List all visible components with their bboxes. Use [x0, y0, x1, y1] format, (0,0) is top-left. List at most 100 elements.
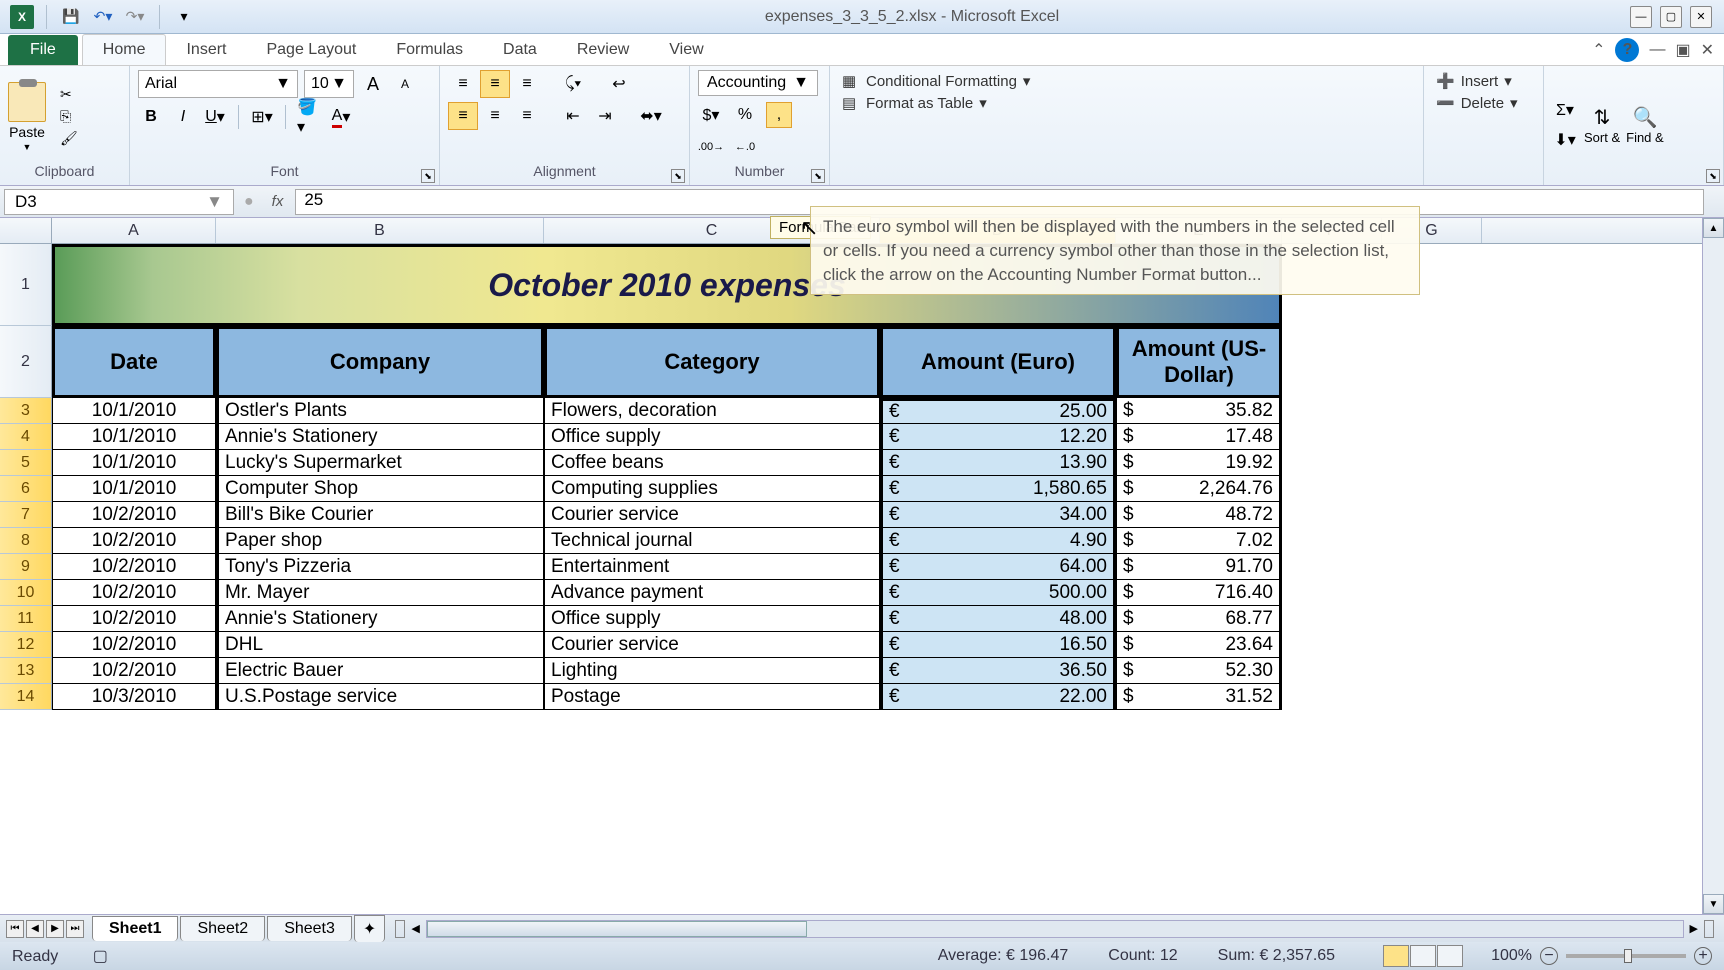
comma-button[interactable]: , — [766, 102, 792, 128]
minimize-ribbon-icon[interactable]: ⌃ — [1592, 40, 1605, 60]
hscroll-left-button[interactable]: ◀ — [411, 922, 419, 935]
cell-company[interactable]: Paper shop — [216, 528, 544, 554]
copy-icon[interactable]: ⎘ — [60, 108, 80, 126]
excel-logo-icon[interactable]: X — [10, 5, 34, 29]
tab-formulas[interactable]: Formulas — [376, 35, 483, 65]
cell-usd[interactable]: $17.48 — [1116, 424, 1282, 450]
cell-usd[interactable]: $35.82 — [1116, 398, 1282, 424]
autosum-button[interactable]: Σ▾ — [1552, 97, 1578, 123]
cell-company[interactable]: Tony's Pizzeria — [216, 554, 544, 580]
cell-company[interactable]: Electric Bauer — [216, 658, 544, 684]
cell-date[interactable]: 10/1/2010 — [52, 476, 216, 502]
cell-euro[interactable]: €4.90 — [880, 528, 1116, 554]
increase-indent-button[interactable]: ⇥ — [590, 102, 620, 130]
tab-split-handle[interactable] — [395, 920, 405, 938]
conditional-formatting-button[interactable]: ▦ Conditional Formatting ▾ — [838, 70, 1415, 92]
sheet-tab-1[interactable]: Sheet1 — [92, 916, 178, 941]
page-break-view-button[interactable] — [1437, 945, 1463, 967]
table-row[interactable]: 10/1/2010Lucky's SupermarketCoffee beans… — [52, 450, 1282, 476]
cell-euro[interactable]: €1,580.65 — [880, 476, 1116, 502]
format-painter-icon[interactable]: 🖌 — [60, 130, 80, 148]
cell-company[interactable]: DHL — [216, 632, 544, 658]
cell-usd[interactable]: $52.30 — [1116, 658, 1282, 684]
normal-view-button[interactable] — [1383, 945, 1409, 967]
bold-button[interactable]: B — [138, 104, 164, 130]
header-usd[interactable]: Amount (US-Dollar) — [1116, 326, 1282, 398]
row-header-14[interactable]: 14 — [0, 684, 52, 710]
cell-date[interactable]: 10/2/2010 — [52, 632, 216, 658]
zoom-in-button[interactable]: + — [1694, 947, 1712, 965]
cell-date[interactable]: 10/2/2010 — [52, 658, 216, 684]
zoom-level[interactable]: 100% — [1491, 947, 1532, 965]
cell-company[interactable]: Mr. Mayer — [216, 580, 544, 606]
cell-category[interactable]: Coffee beans — [544, 450, 880, 476]
cell-date[interactable]: 10/2/2010 — [52, 606, 216, 632]
row-header-11[interactable]: 11 — [0, 606, 52, 632]
next-sheet-button[interactable]: ▶ — [46, 920, 64, 938]
row-header-8[interactable]: 8 — [0, 528, 52, 554]
cell-usd[interactable]: $23.64 — [1116, 632, 1282, 658]
doc-restore-icon[interactable]: ▣ — [1675, 40, 1690, 60]
save-icon[interactable]: 💾 — [59, 5, 83, 29]
scroll-up-button[interactable]: ▲ — [1703, 218, 1724, 238]
cell-usd[interactable]: $91.70 — [1116, 554, 1282, 580]
file-tab[interactable]: File — [8, 35, 78, 65]
grow-font-icon[interactable]: A — [360, 71, 386, 97]
cells-grid[interactable]: October 2010 expenses Date Company Categ… — [52, 244, 1282, 710]
cell-usd[interactable]: $2,264.76 — [1116, 476, 1282, 502]
cell-euro[interactable]: €22.00 — [880, 684, 1116, 710]
tab-insert[interactable]: Insert — [166, 35, 246, 65]
cell-category[interactable]: Courier service — [544, 632, 880, 658]
number-format-select[interactable]: Accounting▼ — [698, 70, 818, 96]
minimize-button[interactable]: — — [1630, 6, 1652, 28]
delete-button[interactable]: ➖ Delete ▾ — [1432, 92, 1535, 114]
cell-date[interactable]: 10/2/2010 — [52, 580, 216, 606]
align-left-button[interactable]: ≡ — [448, 102, 478, 130]
fx-icon[interactable]: fx — [260, 193, 296, 210]
sheet-tab-3[interactable]: Sheet3 — [267, 916, 352, 941]
tab-review[interactable]: Review — [557, 35, 649, 65]
close-button[interactable]: ✕ — [1690, 6, 1712, 28]
percent-button[interactable]: % — [732, 102, 758, 128]
table-row[interactable]: 10/3/2010U.S.Postage servicePostage€22.0… — [52, 684, 1282, 710]
cell-euro[interactable]: €500.00 — [880, 580, 1116, 606]
hscroll-right-button[interactable]: ▶ — [1690, 922, 1698, 935]
cell-euro[interactable]: €16.50 — [880, 632, 1116, 658]
cell-date[interactable]: 10/2/2010 — [52, 528, 216, 554]
cell-euro[interactable]: €36.50 — [880, 658, 1116, 684]
shrink-font-icon[interactable]: A — [392, 71, 418, 97]
header-date[interactable]: Date — [52, 326, 216, 398]
align-center-button[interactable]: ≡ — [480, 102, 510, 130]
table-row[interactable]: 10/2/2010Paper shopTechnical journal€4.9… — [52, 528, 1282, 554]
zoom-out-button[interactable]: − — [1540, 947, 1558, 965]
macro-record-icon[interactable]: ▢ — [93, 948, 108, 965]
wrap-text-button[interactable]: ↩ — [604, 70, 634, 98]
fill-color-button[interactable]: 🪣▾ — [296, 104, 322, 130]
tab-view[interactable]: View — [649, 35, 723, 65]
row-header-12[interactable]: 12 — [0, 632, 52, 658]
cell-date[interactable]: 10/2/2010 — [52, 554, 216, 580]
row-header-13[interactable]: 13 — [0, 658, 52, 684]
paste-button[interactable]: Paste ▼ — [8, 82, 46, 152]
cell-euro[interactable]: €12.20 — [880, 424, 1116, 450]
clipboard-launcher[interactable]: ⬊ — [1706, 169, 1720, 183]
page-layout-view-button[interactable] — [1410, 945, 1436, 967]
vertical-scrollbar[interactable]: ▲ ▼ — [1702, 218, 1724, 914]
tab-home[interactable]: Home — [82, 34, 167, 65]
cell-company[interactable]: Bill's Bike Courier — [216, 502, 544, 528]
row-header-2[interactable]: 2 — [0, 326, 52, 398]
underline-button[interactable]: U▾ — [202, 104, 228, 130]
doc-close-icon[interactable]: ✕ — [1701, 40, 1714, 60]
cell-category[interactable]: Computing supplies — [544, 476, 880, 502]
cell-usd[interactable]: $68.77 — [1116, 606, 1282, 632]
italic-button[interactable]: I — [170, 104, 196, 130]
table-row[interactable]: 10/2/2010Bill's Bike CourierCourier serv… — [52, 502, 1282, 528]
align-right-button[interactable]: ≡ — [512, 102, 542, 130]
cell-category[interactable]: Courier service — [544, 502, 880, 528]
accounting-format-button[interactable]: $▾ — [698, 102, 724, 128]
row-header-5[interactable]: 5 — [0, 450, 52, 476]
row-header-9[interactable]: 9 — [0, 554, 52, 580]
font-name-select[interactable]: Arial▼ — [138, 70, 298, 98]
cell-euro[interactable]: €48.00 — [880, 606, 1116, 632]
cell-euro[interactable]: €13.90 — [880, 450, 1116, 476]
